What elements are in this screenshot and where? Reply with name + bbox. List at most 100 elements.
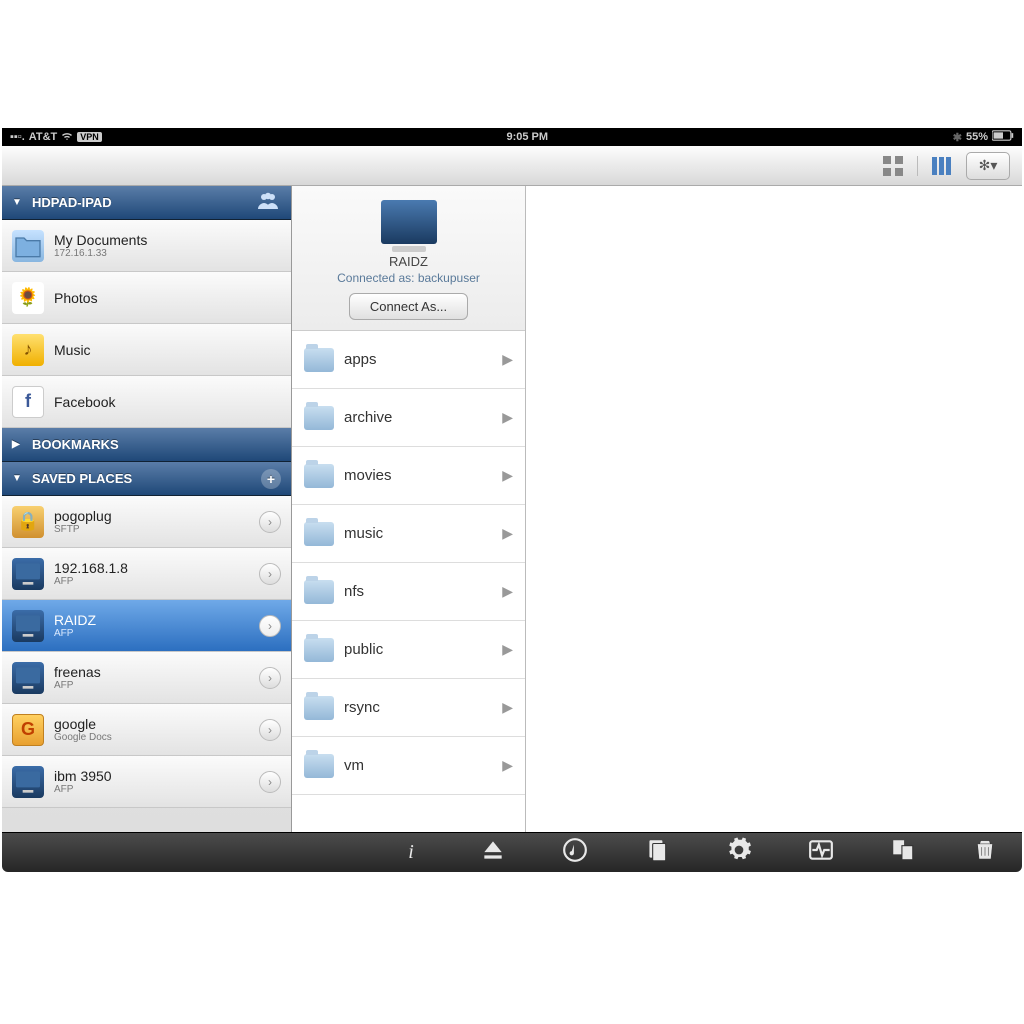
chevron-right-icon: ▶ <box>502 757 513 774</box>
disclosure-button[interactable]: › <box>259 771 281 793</box>
folder-row-movies[interactable]: movies ▶ <box>292 447 525 505</box>
folder-row-music[interactable]: music ▶ <box>292 505 525 563</box>
chevron-right-icon: ▶ <box>502 699 513 716</box>
folder-label: rsync <box>344 699 492 716</box>
section-title-bookmarks: BOOKMARKS <box>32 437 119 452</box>
computer-icon <box>12 610 44 642</box>
info-icon[interactable]: i <box>398 841 424 864</box>
people-icon[interactable] <box>255 191 281 214</box>
section-title-device: HDPAD-IPAD <box>32 195 112 210</box>
sidebar-item-sublabel: AFP <box>54 784 249 795</box>
photos-icon: 🌻 <box>12 282 44 314</box>
app-frame: ▪▪▫. AT&T VPN 9:05 PM ✱ 55% ✻▾ <box>2 128 1022 872</box>
folder-icon <box>12 230 44 262</box>
sidebar-item-sublabel: AFP <box>54 576 249 587</box>
sidebar-item-ibm-3950[interactable]: ibm 3950 AFP › <box>2 756 291 808</box>
documents-icon[interactable] <box>644 837 670 869</box>
sidebar-item-google[interactable]: G google Google Docs › <box>2 704 291 756</box>
main-area: ▼ HDPAD-IPAD My Documents 172.16.1.33 🌻 <box>2 186 1022 832</box>
sidebar-item-facebook[interactable]: f Facebook <box>2 376 291 428</box>
folder-label: nfs <box>344 583 492 600</box>
section-header-bookmarks[interactable]: ▶ BOOKMARKS <box>2 428 291 462</box>
chevron-right-icon: › <box>268 619 272 633</box>
connect-as-button[interactable]: Connect As... <box>349 293 468 320</box>
folder-label: archive <box>344 409 492 426</box>
section-header-device[interactable]: ▼ HDPAD-IPAD <box>2 186 291 220</box>
folder-icon <box>304 696 334 720</box>
folder-row-public[interactable]: public ▶ <box>292 621 525 679</box>
folder-icon <box>304 348 334 372</box>
server-header: RAIDZ Connected as: backupuser Connect A… <box>292 186 525 331</box>
facebook-icon: f <box>12 386 44 418</box>
sidebar-item-label: 192.168.1.8 <box>54 560 249 576</box>
chevron-right-icon: › <box>268 775 272 789</box>
folder-label: movies <box>344 467 492 484</box>
folder-row-apps[interactable]: apps ▶ <box>292 331 525 389</box>
sidebar-item-label: freenas <box>54 664 249 680</box>
status-right: ✱ 55% <box>953 130 1014 144</box>
folder-row-nfs[interactable]: nfs ▶ <box>292 563 525 621</box>
carrier-label: AT&T <box>29 131 58 143</box>
status-left: ▪▪▫. AT&T VPN <box>10 130 102 145</box>
activity-icon[interactable] <box>808 837 834 869</box>
sidebar-item-label: RAIDZ <box>54 612 249 628</box>
chevron-down-icon: ▼ <box>12 197 26 208</box>
sidebar-item-sublabel: Google Docs <box>54 732 249 743</box>
section-header-saved-places[interactable]: ▼ SAVED PLACES + <box>2 462 291 496</box>
sidebar-item-raidz[interactable]: RAIDZ AFP › <box>2 600 291 652</box>
settings-button[interactable]: ✻▾ <box>966 152 1010 180</box>
folder-icon <box>304 754 334 778</box>
disclosure-button[interactable]: › <box>259 615 281 637</box>
status-time: 9:05 PM <box>102 131 953 143</box>
transfer-icon[interactable] <box>890 837 916 869</box>
column-view-icon[interactable] <box>928 154 956 178</box>
top-toolbar: ✻▾ <box>2 146 1022 186</box>
sidebar-item-label: ibm 3950 <box>54 768 249 784</box>
chevron-right-icon: ▶ <box>502 351 513 368</box>
sidebar-item-music[interactable]: ♪ Music <box>2 324 291 376</box>
computer-icon <box>12 766 44 798</box>
chevron-right-icon: ▶ <box>502 467 513 484</box>
status-bar: ▪▪▫. AT&T VPN 9:05 PM ✱ 55% <box>2 128 1022 146</box>
section-title-saved: SAVED PLACES <box>32 471 132 486</box>
folder-icon <box>304 580 334 604</box>
folder-row-archive[interactable]: archive ▶ <box>292 389 525 447</box>
folder-row-vm[interactable]: vm ▶ <box>292 737 525 795</box>
sidebar-item-freenas[interactable]: freenas AFP › <box>2 652 291 704</box>
sidebar-item-pogoplug[interactable]: 🔒 pogoplug SFTP › <box>2 496 291 548</box>
chevron-right-icon: ▶ <box>502 641 513 658</box>
sidebar-item-photos[interactable]: 🌻 Photos <box>2 272 291 324</box>
bottom-toolbar: i <box>2 832 1022 872</box>
folder-row-rsync[interactable]: rsync ▶ <box>292 679 525 737</box>
sidebar-item-label: Facebook <box>54 394 281 410</box>
chevron-right-icon: ▶ <box>502 409 513 426</box>
folder-label: vm <box>344 757 492 774</box>
sidebar-item-192-168-1-8[interactable]: 192.168.1.8 AFP › <box>2 548 291 600</box>
chevron-right-icon: ▶ <box>502 525 513 542</box>
folder-label: public <box>344 641 492 658</box>
server-connected-as: Connected as: backupuser <box>302 271 515 285</box>
folder-label: apps <box>344 351 492 368</box>
sidebar-item-label: pogoplug <box>54 508 249 524</box>
gear-icon[interactable] <box>726 837 752 869</box>
lock-drive-icon: 🔒 <box>12 506 44 538</box>
music-note-icon[interactable] <box>562 837 588 869</box>
disclosure-button[interactable]: › <box>259 511 281 533</box>
chevron-right-icon: › <box>268 671 272 685</box>
grid-view-icon[interactable] <box>879 154 907 178</box>
sidebar-item-my-documents[interactable]: My Documents 172.16.1.33 <box>2 220 291 272</box>
server-computer-icon <box>381 200 437 244</box>
battery-icon <box>992 130 1014 144</box>
add-place-button[interactable]: + <box>261 469 281 489</box>
disclosure-button[interactable]: › <box>259 563 281 585</box>
sidebar-item-label: Music <box>54 342 281 358</box>
chevron-right-icon: › <box>268 515 272 529</box>
sidebar: ▼ HDPAD-IPAD My Documents 172.16.1.33 🌻 <box>2 186 292 832</box>
trash-icon[interactable] <box>972 835 998 870</box>
music-icon: ♪ <box>12 334 44 366</box>
disclosure-button[interactable]: › <box>259 667 281 689</box>
sidebar-item-sublabel: AFP <box>54 628 249 639</box>
disclosure-button[interactable]: › <box>259 719 281 741</box>
eject-icon[interactable] <box>480 837 506 869</box>
sidebar-item-sublabel: AFP <box>54 680 249 691</box>
